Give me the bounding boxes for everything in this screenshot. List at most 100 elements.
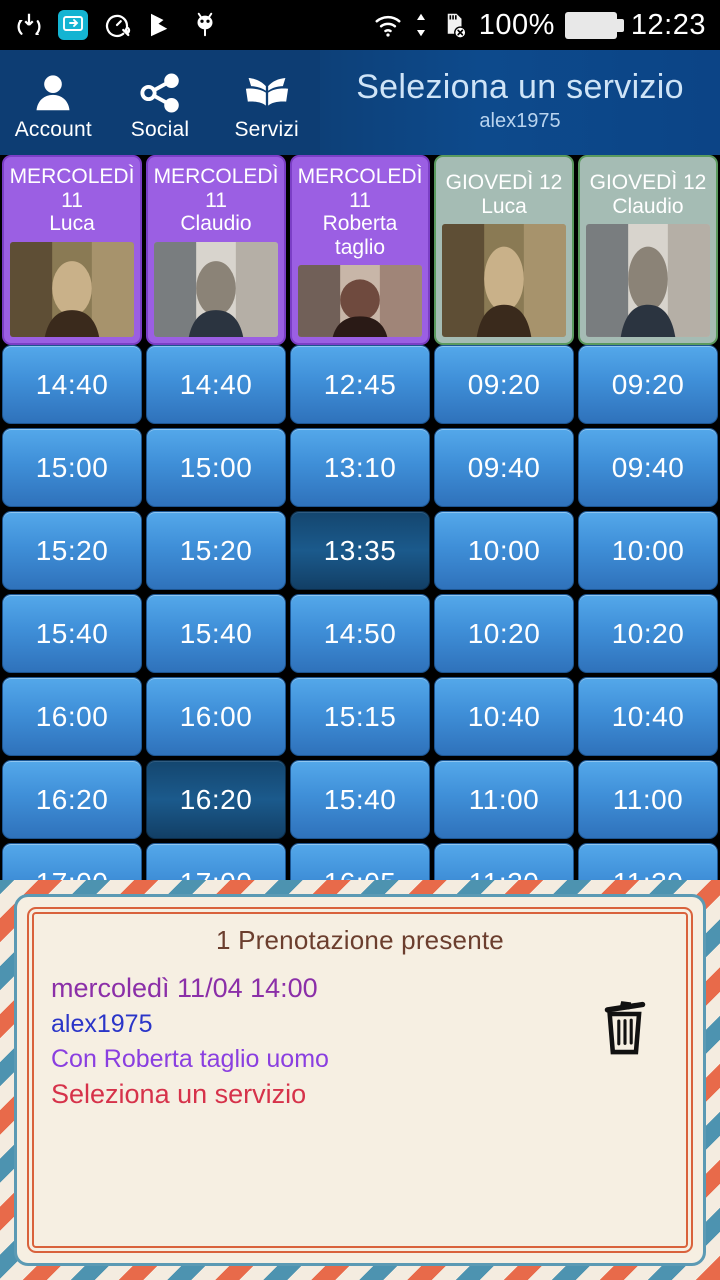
- stylist-card-day: GIOVEDÌ 12: [589, 171, 707, 194]
- nav-item-account-label: Account: [14, 117, 92, 141]
- time-slot-button[interactable]: 10:00: [434, 511, 574, 590]
- time-slot-button[interactable]: 10:20: [578, 594, 718, 673]
- time-slot-row: 15:20 15:20 13:35 10:00 10:00: [2, 511, 718, 590]
- download-sync-icon: [14, 10, 44, 40]
- stylist-card-name: Roberta taglio: [322, 212, 398, 259]
- stylist-card-row: MERCOLEDÌ 11 Luca MERCOLEDÌ 11 Claudio MERCOLE…: [0, 155, 720, 345]
- battery-percent-label: 100%: [478, 8, 555, 41]
- stylist-photo: [154, 241, 278, 337]
- stylist-photo: [442, 224, 566, 337]
- time-slot-button[interactable]: 15:20: [2, 511, 142, 590]
- battery-icon: [564, 11, 624, 39]
- time-slot-button[interactable]: 09:40: [434, 428, 574, 507]
- stylist-card-header: MERCOLEDÌ 11 Claudio: [153, 165, 279, 236]
- header-nav: Account Social Servizi: [0, 50, 320, 155]
- booking-card: 1 Prenotazione presente mercoledì 11/04 …: [14, 894, 706, 1266]
- stylist-card-name: Claudio: [180, 212, 252, 236]
- nav-item-account[interactable]: Account: [0, 50, 107, 155]
- time-slot-button[interactable]: 13:35: [290, 511, 430, 590]
- stylist-card[interactable]: MERCOLEDÌ 11 Luca: [2, 155, 142, 345]
- header-title-zone: Seleziona un servizio alex1975: [320, 50, 720, 155]
- stylist-card[interactable]: MERCOLEDÌ 11 Roberta taglio: [290, 155, 430, 345]
- check-flag-icon: [146, 10, 176, 40]
- time-slot-row: 16:00 16:00 15:15 10:40 10:40: [2, 677, 718, 756]
- time-slot-button[interactable]: 15:15: [290, 677, 430, 756]
- booking-username: alex1975: [51, 1010, 153, 1039]
- time-slot-button[interactable]: 10:40: [578, 677, 718, 756]
- time-slot-row: 15:40 15:40 14:50 10:20 10:20: [2, 594, 718, 673]
- time-slot-button[interactable]: 16:00: [2, 677, 142, 756]
- page-title: Seleziona un servizio: [356, 68, 684, 106]
- stylist-card[interactable]: GIOVEDÌ 12 Claudio: [578, 155, 718, 345]
- booking-datetime: mercoledì 11/04 14:00: [51, 973, 318, 1003]
- trash-icon[interactable]: [599, 995, 651, 1057]
- time-slot-button[interactable]: 15:00: [2, 428, 142, 507]
- time-slot-button[interactable]: 13:10: [290, 428, 430, 507]
- status-bar-right-icons: 100% 12:23: [373, 9, 706, 42]
- nav-item-servizi-label: Servizi: [234, 117, 299, 141]
- stylist-card-header: MERCOLEDÌ 11 Luca: [9, 165, 135, 236]
- stylist-card-name: Luca: [481, 194, 527, 218]
- open-book-icon: [244, 70, 290, 116]
- stylist-card-day: GIOVEDÌ 12: [445, 171, 563, 194]
- booking-panel: 1 Prenotazione presente mercoledì 11/04 …: [0, 880, 720, 1280]
- data-transfer-arrows-icon: [413, 10, 429, 40]
- time-slot-button[interactable]: 15:40: [290, 760, 430, 839]
- status-bar-left-icons: [14, 10, 220, 40]
- stylist-photo: [298, 265, 422, 337]
- time-slot-button[interactable]: 10:20: [434, 594, 574, 673]
- stylist-card[interactable]: MERCOLEDÌ 11 Claudio: [146, 155, 286, 345]
- time-slot-button[interactable]: 14:40: [2, 345, 142, 424]
- booking-service-prompt: Seleziona un servizio: [51, 1079, 307, 1110]
- time-slot-button[interactable]: 10:00: [578, 511, 718, 590]
- time-slot-button[interactable]: 15:40: [146, 594, 286, 673]
- stylist-card-header: MERCOLEDÌ 11 Roberta taglio: [297, 165, 423, 259]
- screen-mirror-icon: [58, 10, 88, 40]
- time-slot-row: 15:00 15:00 13:10 09:40 09:40: [2, 428, 718, 507]
- time-slot-button[interactable]: 14:40: [146, 345, 286, 424]
- speedometer-wrench-icon: [102, 10, 132, 40]
- time-slot-button[interactable]: 16:20: [146, 760, 286, 839]
- share-icon: [137, 70, 183, 116]
- time-slot-button[interactable]: 15:00: [146, 428, 286, 507]
- time-slot-grid[interactable]: 14:40 14:40 12:45 09:20 09:20 15:00 15:00 13:10…: [0, 345, 720, 890]
- android-bug-icon: [190, 10, 220, 40]
- stylist-card-day: MERCOLEDÌ: [297, 165, 423, 188]
- time-slot-button[interactable]: 09:20: [578, 345, 718, 424]
- nav-item-social-label: Social: [130, 117, 190, 141]
- app-header: Account Social Servizi Seleziona un serv…: [0, 50, 720, 155]
- current-user-label: alex1975: [479, 110, 561, 132]
- stylist-photo: [10, 241, 134, 337]
- status-bar: 100% 12:23: [0, 0, 720, 50]
- wifi-icon: [373, 10, 403, 40]
- nav-item-social[interactable]: Social: [107, 50, 214, 155]
- stylist-card-header: GIOVEDÌ 12 Claudio: [580, 157, 716, 224]
- time-slot-button[interactable]: 16:00: [146, 677, 286, 756]
- booking-card-frame: 1 Prenotazione presente mercoledì 11/04 …: [27, 907, 693, 1253]
- time-slot-row: 14:40 14:40 12:45 09:20 09:20: [2, 345, 718, 424]
- time-slot-button[interactable]: 11:00: [434, 760, 574, 839]
- time-slot-button[interactable]: 14:50: [290, 594, 430, 673]
- stylist-card-name: Claudio: [612, 194, 684, 218]
- time-slot-button[interactable]: 10:40: [434, 677, 574, 756]
- booking-count-heading: 1 Prenotazione presente: [216, 925, 504, 955]
- stylist-card-day: MERCOLEDÌ: [9, 165, 135, 188]
- time-slot-button[interactable]: 09:40: [578, 428, 718, 507]
- booking-stylist-service: Con Roberta taglio uomo: [51, 1044, 329, 1073]
- person-icon: [30, 70, 76, 116]
- time-slot-button[interactable]: 16:20: [2, 760, 142, 839]
- time-slot-row: 16:20 16:20 15:40 11:00 11:00: [2, 760, 718, 839]
- stylist-card-header: GIOVEDÌ 12 Luca: [436, 157, 572, 224]
- time-slot-button[interactable]: 11:00: [578, 760, 718, 839]
- time-slot-button[interactable]: 09:20: [434, 345, 574, 424]
- time-slot-button[interactable]: 15:40: [2, 594, 142, 673]
- time-slot-button[interactable]: 12:45: [290, 345, 430, 424]
- sdcard-removed-icon: [439, 10, 469, 40]
- time-slot-button[interactable]: 15:20: [146, 511, 286, 590]
- stylist-card-name: Luca: [49, 212, 95, 236]
- nav-item-servizi[interactable]: Servizi: [213, 50, 320, 155]
- stylist-card[interactable]: GIOVEDÌ 12 Luca: [434, 155, 574, 345]
- clock-label: 12:23: [630, 8, 706, 41]
- stylist-photo: [586, 224, 710, 337]
- stylist-card-day: MERCOLEDÌ: [153, 165, 279, 188]
